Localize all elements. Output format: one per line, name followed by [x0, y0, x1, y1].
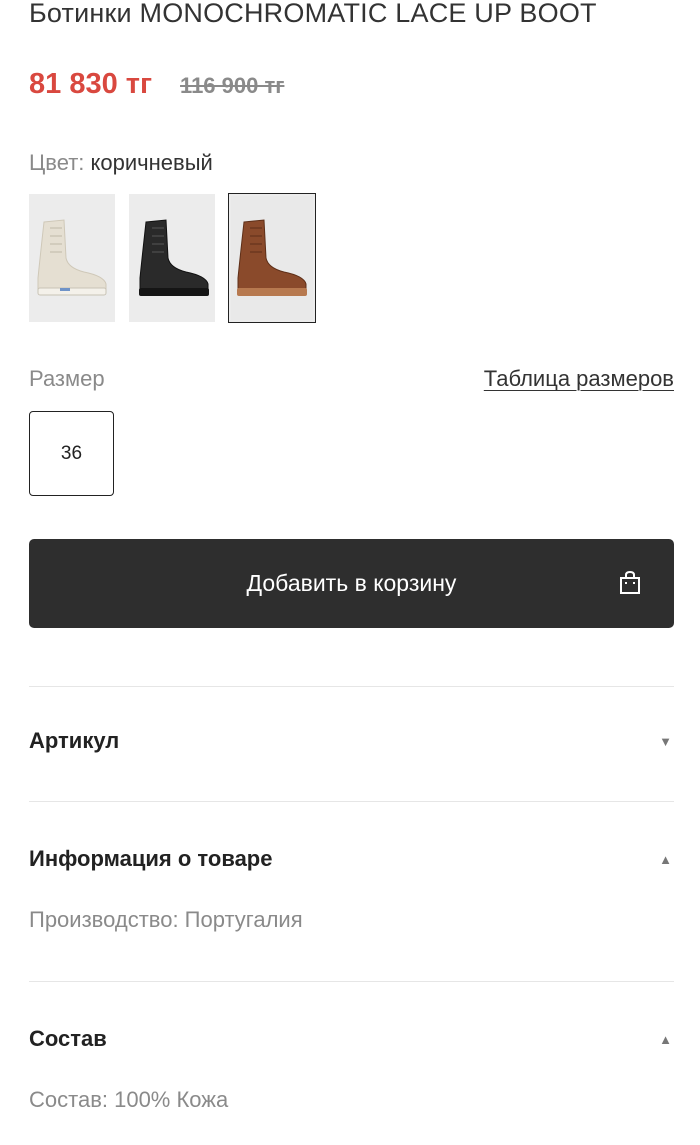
current-price: 81 830 тг	[29, 68, 153, 100]
chevron-up-icon: ▲	[659, 1031, 672, 1047]
product-page: Ботинки MONOCHROMATIC LACE UP BOOT 81 83…	[0, 0, 700, 1145]
accordion-info-title: Информация о товаре	[29, 846, 273, 871]
accordion-composition-title: Состав	[29, 1026, 107, 1051]
black-boot-image	[139, 219, 209, 296]
chevron-down-icon: ▼	[659, 733, 672, 749]
color-value: коричневый	[90, 150, 213, 175]
product-info-text: Производство: Португалия	[29, 907, 303, 932]
size-label: Размер	[29, 366, 105, 391]
brown-boot-image	[237, 219, 307, 296]
accordion-article-title: Артикул	[29, 728, 120, 753]
size-chart-link[interactable]: Таблица размеров	[484, 366, 674, 392]
size-header: Размер Таблица размеров	[29, 366, 674, 392]
old-price: 116 900 тг	[180, 73, 285, 98]
swatch-black[interactable]	[129, 194, 215, 322]
color-swatches	[29, 193, 316, 323]
price-block: 81 830 тг 116 900 тг	[29, 68, 284, 101]
swatch-brown[interactable]	[228, 193, 316, 323]
beige-boot-image	[37, 219, 107, 296]
product-title: Ботинки MONOCHROMATIC LACE UP BOOT	[29, 0, 597, 28]
add-to-cart-button[interactable]: Добавить в корзину	[29, 539, 674, 628]
composition-text: Состав: 100% Кожа	[29, 1087, 229, 1112]
divider	[29, 801, 674, 802]
accordion-product-info[interactable]: Информация о товаре ▲	[29, 846, 674, 872]
accordion-composition[interactable]: Состав ▲	[29, 1026, 674, 1052]
add-to-cart-label: Добавить в корзину	[246, 570, 457, 596]
color-selector-label: Цвет: коричневый	[29, 150, 213, 176]
divider	[29, 981, 674, 982]
color-label: Цвет:	[29, 150, 85, 175]
swatch-beige[interactable]	[29, 194, 115, 322]
accordion-article[interactable]: Артикул ▼	[29, 728, 674, 754]
chevron-up-icon: ▲	[659, 851, 672, 867]
shopping-bag-icon	[619, 570, 641, 601]
size-option-36[interactable]: 36	[29, 411, 114, 496]
divider	[29, 686, 674, 687]
